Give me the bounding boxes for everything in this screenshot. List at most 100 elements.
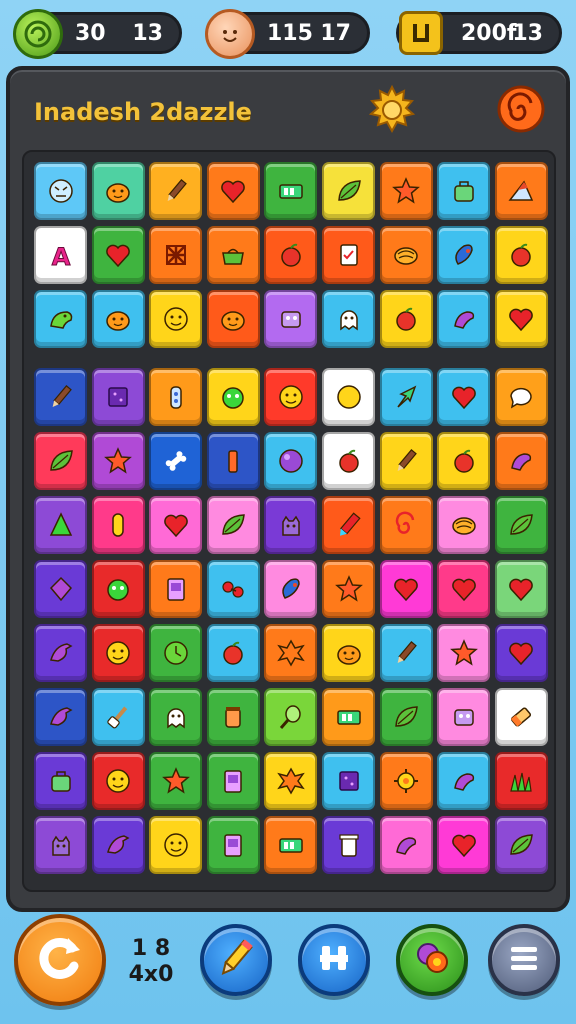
tile[interactable] (34, 496, 87, 554)
tile[interactable] (494, 560, 548, 618)
tile[interactable] (206, 560, 260, 618)
tile[interactable] (206, 162, 260, 220)
tile[interactable] (379, 560, 433, 618)
tile[interactable] (379, 162, 433, 220)
tile[interactable] (379, 624, 433, 682)
tile[interactable] (437, 560, 491, 618)
tile[interactable] (437, 752, 491, 810)
tile[interactable] (149, 290, 203, 348)
tile[interactable] (437, 226, 491, 284)
tile[interactable] (264, 290, 318, 348)
restart-button[interactable] (14, 914, 106, 1006)
tile[interactable] (264, 162, 318, 220)
tile[interactable] (264, 688, 318, 746)
tile[interactable] (379, 816, 433, 874)
tile[interactable] (149, 226, 203, 284)
tile[interactable] (91, 816, 145, 874)
tile[interactable] (149, 816, 203, 874)
tile[interactable] (34, 624, 87, 682)
tile[interactable] (379, 496, 433, 554)
tile[interactable] (379, 432, 433, 490)
tile[interactable] (494, 290, 548, 348)
tile[interactable] (264, 816, 318, 874)
tile[interactable] (264, 752, 318, 810)
tile[interactable] (149, 560, 203, 618)
pencil-button[interactable] (200, 924, 272, 996)
tile[interactable] (91, 226, 145, 284)
gear-icon[interactable] (366, 84, 418, 136)
tile[interactable] (322, 368, 375, 426)
tile[interactable] (206, 432, 260, 490)
tile[interactable] (494, 162, 548, 220)
tile[interactable] (34, 816, 87, 874)
tile[interactable] (437, 162, 491, 220)
tile[interactable] (322, 290, 375, 348)
tile[interactable] (206, 688, 260, 746)
tile[interactable] (149, 162, 203, 220)
tile[interactable] (206, 290, 260, 348)
tile[interactable] (437, 816, 491, 874)
tile[interactable] (379, 290, 433, 348)
tile[interactable] (379, 688, 433, 746)
tile[interactable] (494, 624, 548, 682)
tile[interactable] (437, 688, 491, 746)
tile[interactable] (264, 560, 318, 618)
tile[interactable] (264, 226, 318, 284)
tile[interactable] (206, 624, 260, 682)
tile[interactable] (91, 496, 145, 554)
tile[interactable] (91, 368, 145, 426)
tile[interactable] (91, 752, 145, 810)
spiral-icon[interactable] (496, 84, 546, 134)
tile[interactable] (322, 226, 375, 284)
tile[interactable] (34, 432, 87, 490)
tile[interactable] (264, 432, 318, 490)
tile[interactable] (91, 624, 145, 682)
tile[interactable] (322, 432, 375, 490)
tile[interactable] (149, 432, 203, 490)
tile[interactable] (206, 226, 260, 284)
tile[interactable] (264, 624, 318, 682)
tile[interactable] (322, 688, 375, 746)
tile[interactable] (322, 624, 375, 682)
tile[interactable] (322, 496, 375, 554)
tile[interactable] (437, 624, 491, 682)
tile[interactable] (494, 496, 548, 554)
tile[interactable] (34, 752, 87, 810)
menu-button[interactable] (488, 924, 560, 996)
tile[interactable] (91, 162, 145, 220)
tile[interactable] (149, 624, 203, 682)
tile[interactable] (34, 290, 87, 348)
tile[interactable] (379, 226, 433, 284)
tile[interactable] (264, 496, 318, 554)
tile[interactable] (34, 368, 87, 426)
tile[interactable] (494, 688, 548, 746)
shuffle-button[interactable] (298, 924, 370, 996)
tile[interactable] (379, 368, 433, 426)
tile[interactable] (91, 290, 145, 348)
hint-button[interactable] (396, 924, 468, 996)
tile[interactable] (206, 368, 260, 426)
tile[interactable] (437, 496, 491, 554)
tile[interactable] (149, 368, 203, 426)
tile[interactable] (91, 432, 145, 490)
tile[interactable] (379, 752, 433, 810)
tile[interactable] (34, 688, 87, 746)
tile[interactable] (322, 560, 375, 618)
tile[interactable] (494, 432, 548, 490)
tile[interactable] (494, 816, 548, 874)
tile[interactable] (34, 162, 87, 220)
tile[interactable] (206, 752, 260, 810)
tile[interactable] (149, 752, 203, 810)
tile[interactable] (91, 560, 145, 618)
tile[interactable]: A (34, 226, 87, 284)
tile[interactable] (322, 752, 375, 810)
tile[interactable] (206, 496, 260, 554)
tile[interactable] (149, 496, 203, 554)
tile[interactable] (494, 752, 548, 810)
tile[interactable] (149, 688, 203, 746)
tile[interactable] (322, 162, 375, 220)
tile[interactable] (264, 368, 318, 426)
tile[interactable] (91, 688, 145, 746)
tile[interactable] (322, 816, 375, 874)
tile[interactable] (494, 226, 548, 284)
